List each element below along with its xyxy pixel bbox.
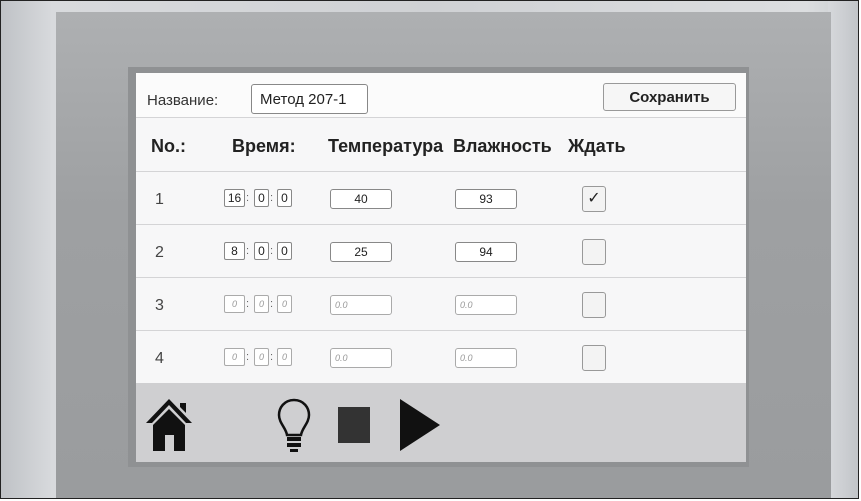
column-header-humidity: Влажность <box>453 136 552 156</box>
seconds-field[interactable]: 0 <box>277 295 292 313</box>
hours-field[interactable]: 0 <box>224 295 245 313</box>
column-header-temperature: Температура <box>328 136 444 156</box>
touch-screen: Название: Метод 207-1 Сохранить No.: Вре… <box>136 73 746 462</box>
minutes-field[interactable]: 0 <box>254 348 269 366</box>
time-separator: : <box>270 298 274 310</box>
row-number: 2 <box>155 244 164 261</box>
checkmark-icon: ✓ <box>587 190 601 207</box>
temperature-field[interactable]: 25 <box>330 242 392 262</box>
temperature-field[interactable]: 0.0 <box>330 295 392 315</box>
lightbulb-icon[interactable] <box>276 397 312 453</box>
background-wall-left <box>1 1 51 498</box>
temperature-field[interactable]: 0.0 <box>330 348 392 368</box>
save-button[interactable]: Сохранить <box>603 83 736 111</box>
humidity-field[interactable]: 93 <box>455 189 517 209</box>
column-header-no: No.: <box>151 136 186 156</box>
viewport: Название: Метод 207-1 Сохранить No.: Вре… <box>0 0 859 499</box>
time-separator: : <box>270 245 274 257</box>
humidity-field[interactable]: 0.0 <box>455 348 517 368</box>
column-header-wait: Ждать <box>568 136 626 156</box>
row-number: 4 <box>155 350 164 367</box>
hours-field[interactable]: 0 <box>224 348 245 366</box>
humidity-field[interactable]: 94 <box>455 242 517 262</box>
method-name-field[interactable]: Метод 207-1 <box>251 84 368 114</box>
table-row: 4 0 : 0 : 0 0.0 0.0 <box>136 331 746 383</box>
name-label: Название: <box>147 92 219 109</box>
bottom-toolbar <box>136 383 746 462</box>
time-separator: : <box>246 245 250 257</box>
minutes-field[interactable]: 0 <box>254 242 269 260</box>
play-icon[interactable] <box>398 397 442 453</box>
minutes-field[interactable]: 0 <box>254 189 269 207</box>
wait-checkbox[interactable] <box>582 345 606 371</box>
time-separator: : <box>270 351 274 363</box>
column-header-time: Время: <box>232 136 296 156</box>
table-row: 1 16 : 0 : 0 40 93 ✓ <box>136 172 746 225</box>
time-separator: : <box>270 192 274 204</box>
row-number: 1 <box>155 191 164 208</box>
table-row: 3 0 : 0 : 0 0.0 0.0 <box>136 278 746 331</box>
table-row: 2 8 : 0 : 0 25 94 <box>136 225 746 278</box>
seconds-field[interactable]: 0 <box>277 348 292 366</box>
wait-checkbox[interactable] <box>582 239 606 265</box>
humidity-field[interactable]: 0.0 <box>455 295 517 315</box>
time-separator: : <box>246 298 250 310</box>
hours-field[interactable]: 16 <box>224 189 245 207</box>
temperature-field[interactable]: 40 <box>330 189 392 209</box>
seconds-field[interactable]: 0 <box>277 189 292 207</box>
stop-icon[interactable] <box>336 405 372 445</box>
wait-checkbox[interactable]: ✓ <box>582 186 606 212</box>
wait-checkbox[interactable] <box>582 292 606 318</box>
seconds-field[interactable]: 0 <box>277 242 292 260</box>
minutes-field[interactable]: 0 <box>254 295 269 313</box>
row-number: 3 <box>155 297 164 314</box>
home-icon[interactable] <box>144 397 194 453</box>
time-separator: : <box>246 192 250 204</box>
background-wall-right <box>828 1 858 498</box>
method-header: Название: Метод 207-1 Сохранить <box>136 73 746 118</box>
column-headers: No.: Время: Температура Влажность Ждать <box>136 117 746 172</box>
time-separator: : <box>246 351 250 363</box>
hours-field[interactable]: 8 <box>224 242 245 260</box>
